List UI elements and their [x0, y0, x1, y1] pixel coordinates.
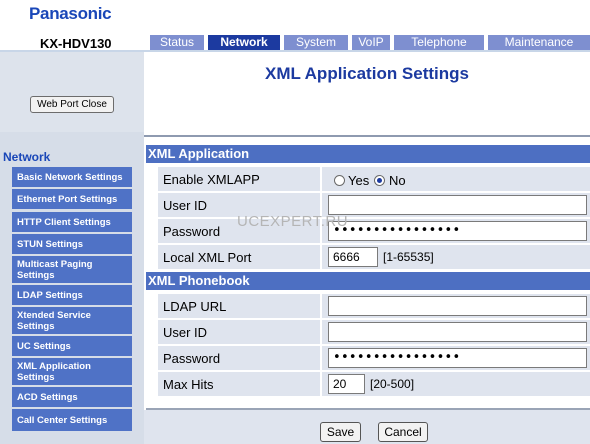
nav-item-label: Xtended Service Settings	[17, 309, 91, 332]
local-xml-port-input[interactable]: 6666	[328, 247, 378, 267]
nav-item-label: STUN Settings	[17, 238, 83, 250]
local-xml-port-label: Local XML Port	[158, 245, 320, 269]
nav-item-basic-network-settings[interactable]: Basic Network Settings	[12, 167, 132, 187]
cancel-button[interactable]: Cancel	[378, 422, 428, 442]
enable-xmlapp-no-radio[interactable]	[374, 175, 385, 186]
yes-label: Yes	[348, 173, 370, 188]
enable-xmlapp-label: Enable XMLAPP	[158, 167, 320, 191]
enable-xmlapp-yes-radio[interactable]	[334, 175, 345, 186]
panasonic-logo: Panasonic	[29, 4, 112, 23]
nav-item-stun-settings[interactable]: STUN Settings	[12, 234, 132, 254]
nav-item-label: Multicast Paging Settings	[17, 258, 93, 281]
phonebook-user-id-input[interactable]	[328, 322, 587, 342]
nav-item-label: UC Settings	[17, 340, 71, 352]
footer-bar	[144, 410, 590, 444]
tab-status[interactable]: Status	[150, 35, 204, 50]
xml-user-id-input[interactable]	[328, 195, 587, 215]
title-divider	[144, 135, 590, 137]
ldap-url-label: LDAP URL	[158, 294, 320, 318]
nav-item-acd-settings[interactable]: ACD Settings	[12, 387, 132, 407]
tab-telephone[interactable]: Telephone	[394, 35, 484, 50]
nav-item-uc-settings[interactable]: UC Settings	[12, 336, 132, 356]
left-panel-top	[0, 52, 144, 132]
nav-heading: Network	[3, 150, 51, 164]
nav-item-multicast-paging-settings[interactable]: Multicast Paging Settings	[12, 256, 132, 283]
nav-item-ldap-settings[interactable]: LDAP Settings	[12, 285, 132, 305]
nav-item-call-center-settings[interactable]: Call Center Settings	[12, 409, 132, 431]
ldap-url-input[interactable]	[328, 296, 587, 316]
page-title: XML Application Settings	[264, 64, 469, 83]
nav-item-label: XML Application Settings	[17, 360, 91, 383]
max-hits-input[interactable]: 20	[328, 374, 365, 394]
nav-item-xtended-service-settings[interactable]: Xtended Service Settings	[12, 307, 132, 334]
phonebook-user-id-label: User ID	[158, 320, 320, 344]
section-header-xml-application: XML Application	[146, 145, 590, 163]
no-label: No	[389, 173, 406, 188]
model-name: KX-HDV130	[40, 36, 112, 51]
watermark: UCEXPERT.RU	[237, 213, 349, 230]
nav-item-label: LDAP Settings	[17, 289, 83, 301]
section-header-xml-phonebook: XML Phonebook	[146, 272, 590, 290]
tab-voip[interactable]: VoIP	[352, 35, 390, 50]
nav-item-label: Ethernet Port Settings	[17, 193, 118, 205]
max-hits-label: Max Hits	[158, 372, 320, 396]
nav-item-label: HTTP Client Settings	[17, 216, 111, 228]
tab-network[interactable]: Network	[208, 35, 280, 50]
nav-item-label: Basic Network Settings	[17, 171, 123, 183]
save-button[interactable]: Save	[320, 422, 361, 442]
tab-maintenance[interactable]: Maintenance	[488, 35, 590, 50]
nav-item-ethernet-port-settings[interactable]: Ethernet Port Settings	[12, 189, 132, 209]
phonebook-password-label: Password	[158, 346, 320, 370]
tab-system[interactable]: System	[284, 35, 348, 50]
nav-item-xml-application-settings[interactable]: XML Application Settings	[12, 358, 132, 385]
phonebook-password-input[interactable]: ••••••••••••••••	[328, 348, 587, 368]
xml-password-input[interactable]: ••••••••••••••••	[328, 221, 587, 241]
nav-item-http-client-settings[interactable]: HTTP Client Settings	[12, 212, 132, 232]
max-hits-range: [20-500]	[370, 377, 415, 391]
local-xml-port-range: [1-65535]	[383, 250, 434, 264]
web-port-close-button[interactable]: Web Port Close	[30, 96, 114, 113]
nav-item-label: ACD Settings	[17, 391, 78, 403]
nav-item-label: Call Center Settings	[17, 414, 108, 426]
